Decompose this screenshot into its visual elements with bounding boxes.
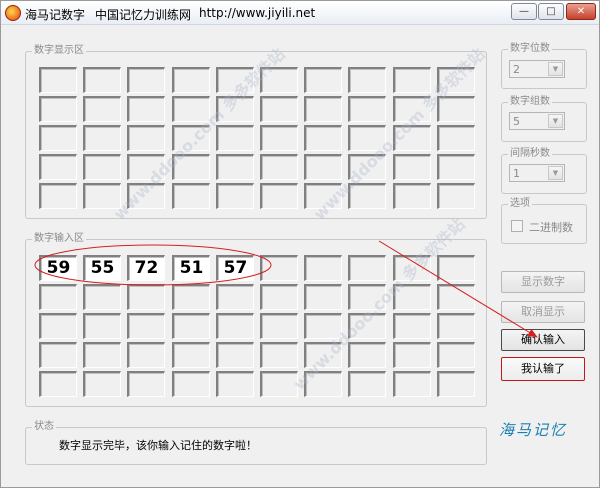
app-window: 海马记数字 中国记忆力训练网 http://www.jiyili.net — □… bbox=[0, 0, 600, 488]
annotation-overlay bbox=[34, 240, 538, 338]
annotation-arrow bbox=[378, 240, 538, 338]
highlight-ellipse bbox=[34, 244, 272, 286]
